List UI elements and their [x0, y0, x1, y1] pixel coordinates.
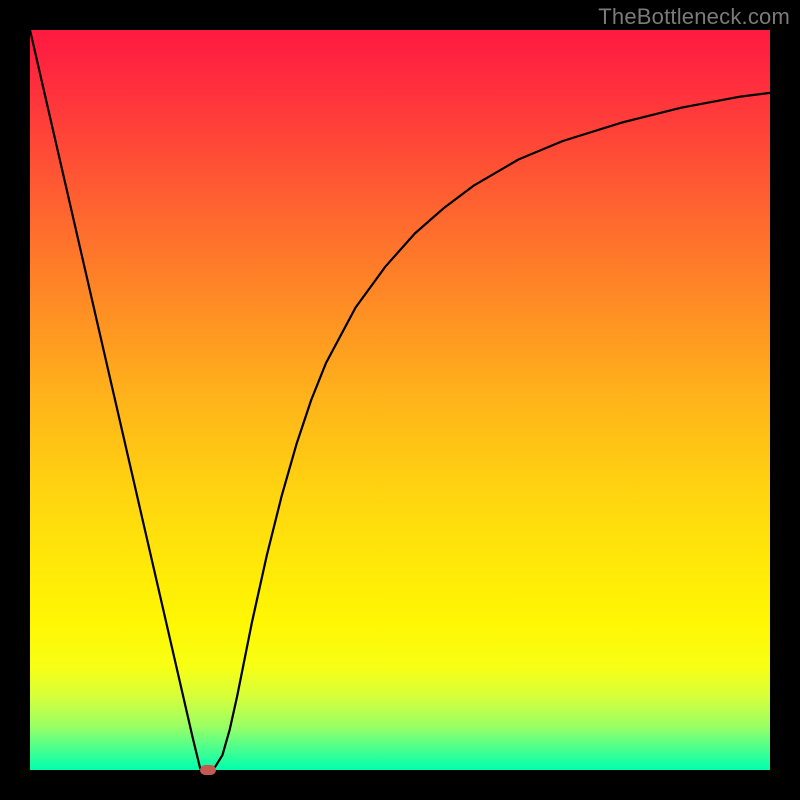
- plot-area: [30, 30, 770, 770]
- chart-frame: TheBottleneck.com: [0, 0, 800, 800]
- bottleneck-curve: [30, 30, 770, 770]
- watermark-text: TheBottleneck.com: [598, 4, 790, 30]
- optimum-marker: [200, 765, 216, 775]
